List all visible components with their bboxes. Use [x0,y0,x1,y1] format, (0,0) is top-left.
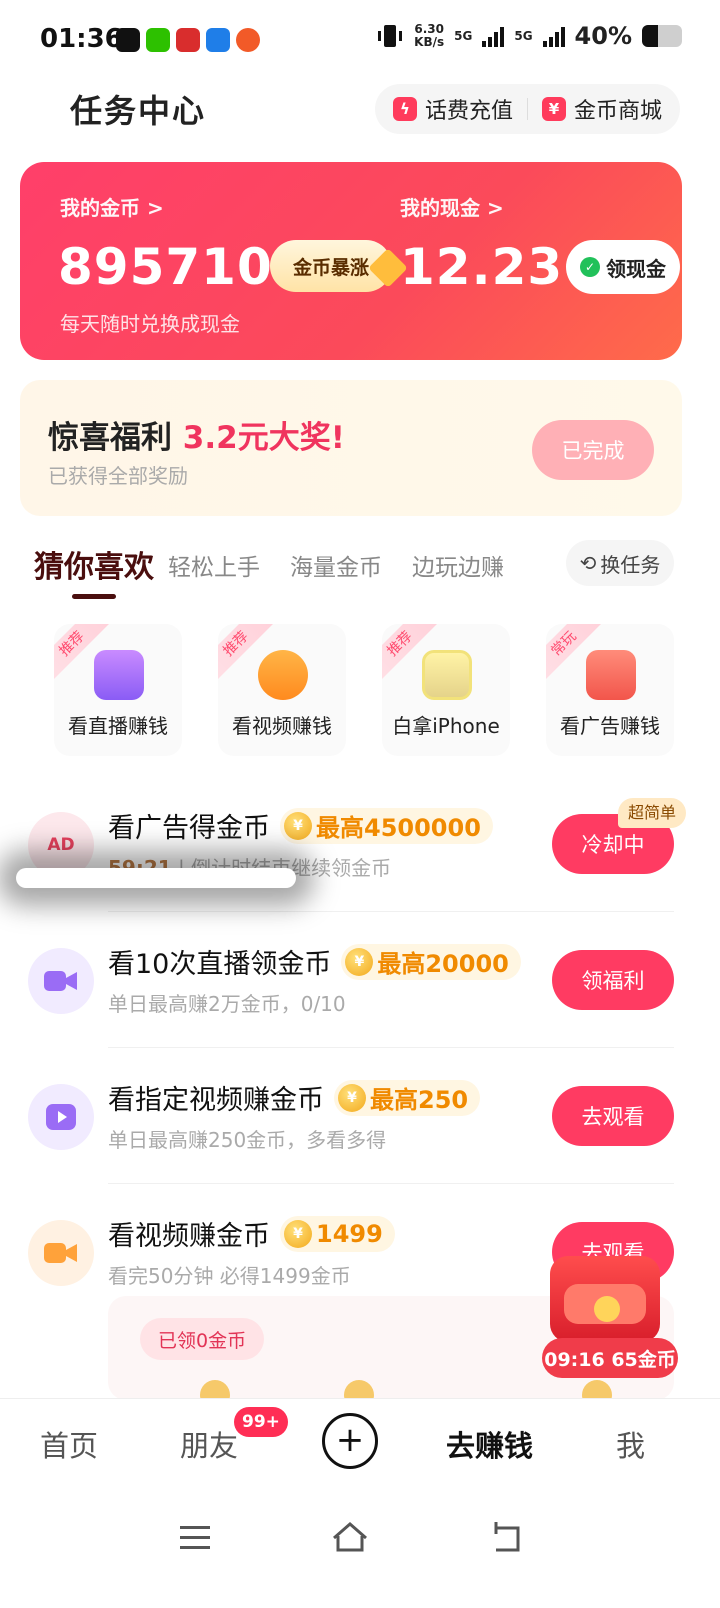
reward-badge: ¥ 最高250 [334,1079,481,1116]
yen-icon: ¥ [541,97,566,121]
category-watch-live[interactable]: 推荐 看直播赚钱 [54,624,182,756]
bank-icon [176,28,200,52]
page-header: 任务中心 ϟ 话费充值 ¥ 金币商城 [0,84,720,144]
status-right: 6.30 KB/s 5G 5G 40% [376,22,682,50]
task-title: 看广告得金币 [108,813,270,844]
create-button[interactable]: + [322,1413,378,1469]
wechat-pay-icon: ✓ [580,257,600,277]
battery-percent: 40% [574,22,632,50]
reward-badge: ¥ 最高4500000 [280,807,493,844]
reward-badge: ¥1499 [280,1215,395,1252]
status-bar: 01:36 6.30 KB/s 5G 5G 40% [0,0,720,84]
task-subtitle: 看完50分钟 必得1499金币 [108,1264,351,1288]
watch-button[interactable]: 去观看 [552,1086,674,1146]
page-title: 任务中心 [70,92,207,130]
menu-icon[interactable] [176,1518,216,1558]
ad-tv-icon [586,650,636,700]
video-camera-icon [258,650,308,700]
nav-friends[interactable]: 朋友 [180,1423,238,1465]
gift-timer: 09:16 65金币 [542,1338,678,1378]
coin-mall-button[interactable]: ¥ 金币商城 [541,93,662,125]
tab-guess-you-like[interactable]: 猜你喜欢 [34,542,154,586]
bonus-title: 惊喜福利 3.2元大奖! [48,420,345,456]
lightning-icon: ϟ [392,97,417,121]
app-icon [206,28,230,52]
home-icon[interactable] [330,1518,370,1558]
notification-icons [116,28,260,52]
signal-icon [482,25,505,47]
swap-tasks-button[interactable]: ⟲ 换任务 [566,540,674,586]
video-camera-icon [28,948,94,1014]
category-watch-ads[interactable]: 常玩 看广告赚钱 [546,624,674,756]
wallet-card: 我的金币 > 895710 金币暴涨 我的现金 > 12.23 ✓ 领现金 每天… [20,162,682,360]
task-title: 看指定视频赚金币 [108,1085,324,1116]
redaction-scribble [16,868,296,888]
claimed-coins-label: 已领0金币 [140,1318,265,1360]
iphone-icon [422,650,472,700]
task-subtitle: 单日最高赚2万金币，0/10 [108,992,346,1016]
tab-indicator [72,594,116,599]
bottom-nav: 首页 朋友 99+ + 去赚钱 我 [0,1398,720,1488]
surprise-bonus-card: 惊喜福利 3.2元大奖! 已获得全部奖励 已完成 [20,380,682,516]
coin-icon: ¥ [284,1219,312,1248]
header-actions: ϟ 话费充值 ¥ 金币商城 [374,84,680,134]
task-tabs: 猜你喜欢 轻松上手 海量金币 边玩边赚 ⟲ 换任务 [0,540,720,604]
signal-icon [542,25,565,47]
coin-icon: ¥ [345,947,374,976]
tab-massive-coins[interactable]: 海量金币 [290,548,382,582]
net-speed: 6.30 KB/s [414,22,445,49]
bonus-completed-button[interactable]: 已完成 [532,420,654,480]
video-camera-icon [28,1220,94,1286]
nav-earn[interactable]: 去赚钱 [446,1423,533,1465]
bonus-subtitle: 已获得全部奖励 [48,464,188,488]
coin-balance: 895710 [58,238,273,296]
task-title: 看10次直播领金币 [108,949,332,980]
wallet-subtitle: 每天随时兑换成现金 [60,312,240,336]
play-icon [28,1084,94,1150]
my-cash-link[interactable]: 我的现金 > [400,192,504,221]
back-icon[interactable] [488,1518,528,1558]
status-time: 01:36 [40,24,123,54]
tab-play-and-earn[interactable]: 边玩边赚 [412,548,504,582]
task-watch-ads: AD 看广告得金币 ¥最高4500000 59:21 | 倒计时结束继续领金币 … [0,784,720,912]
category-free-iphone[interactable]: 推荐 白拿iPhone [382,624,510,756]
wechat-icon [146,28,170,52]
withdraw-cash-button[interactable]: ✓ 领现金 [566,240,680,294]
tiktok-icon [116,28,140,52]
live-tv-icon [94,650,144,700]
reward-badge: ¥ 最高20000 [341,943,521,980]
friends-badge: 99+ [234,1407,288,1437]
nav-home[interactable]: 首页 [40,1423,98,1465]
task-title: 看视频赚金币 [108,1221,270,1252]
nav-me[interactable]: 我 [616,1423,645,1465]
refresh-icon: ⟲ [579,551,597,575]
coin-icon: ¥ [284,811,312,840]
category-grid: 推荐 看直播赚钱 推荐 看视频赚钱 推荐 白拿iPhone 常玩 看广告赚钱 [0,624,720,756]
floating-gift-widget[interactable]: 09:16 65金币 [540,1256,680,1380]
cash-balance: 12.23 [400,238,564,296]
tab-easy-start[interactable]: 轻松上手 [168,548,260,582]
battery-icon [642,25,682,47]
task-watch-live: 看10次直播领金币 ¥ 最高20000 单日最高赚2万金币，0/10 领福利 [0,920,720,1048]
coin-icon: ¥ [338,1083,366,1112]
coin-icon [594,1296,620,1322]
category-watch-video[interactable]: 推荐 看视频赚钱 [218,624,346,756]
my-coins-link[interactable]: 我的金币 > [60,192,164,221]
super-easy-badge: 超简单 [618,798,687,828]
vibrate-icon [378,25,403,47]
task-subtitle: 单日最高赚250金币，多看多得 [108,1128,387,1152]
claim-benefit-button[interactable]: 领福利 [552,950,674,1010]
system-nav-bar [0,1488,720,1608]
task-watch-specific-video: 看指定视频赚金币 ¥ 最高250 单日最高赚250金币，多看多得 去观看 [0,1056,720,1184]
recharge-button[interactable]: ϟ 话费充值 [392,93,513,125]
app-icon [236,28,260,52]
